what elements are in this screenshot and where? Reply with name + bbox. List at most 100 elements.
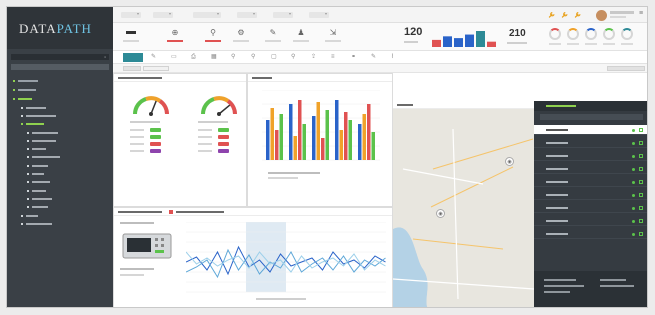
checkbox[interactable]: [639, 219, 643, 223]
avatar[interactable]: [596, 10, 607, 21]
person-icon: ♟: [297, 28, 305, 37]
edit-icon[interactable]: ✎: [371, 53, 376, 62]
highlight-region: [246, 222, 286, 292]
tree-item[interactable]: [27, 197, 52, 201]
pencil-icon[interactable]: ✎: [151, 53, 156, 62]
settings-icon[interactable]: [573, 11, 582, 19]
zoom-icon[interactable]: ⚲: [251, 53, 255, 62]
wrench-icon: ✎: [269, 28, 277, 37]
tree-item[interactable]: [27, 180, 50, 184]
tree-item[interactable]: [27, 189, 46, 193]
strip-item-alarms[interactable]: ▬: [119, 23, 143, 51]
checkbox[interactable]: [639, 141, 643, 145]
tree-item[interactable]: [13, 88, 36, 92]
device-info-value: [120, 274, 144, 276]
attach-icon[interactable]: ⌇: [391, 53, 394, 62]
bar-chart: [262, 90, 380, 161]
menu-user[interactable]: [273, 12, 293, 18]
link-icon[interactable]: ⚭: [351, 53, 356, 62]
checkbox[interactable]: [639, 167, 643, 171]
ring-gauge: [621, 28, 633, 40]
strip-item-5[interactable]: ♟: [289, 23, 313, 51]
new-button[interactable]: [123, 53, 143, 62]
bar: [316, 102, 320, 160]
tree-item[interactable]: [27, 172, 44, 176]
tree-item[interactable]: [21, 114, 56, 118]
checkbox[interactable]: [639, 193, 643, 197]
tree-item[interactable]: [27, 147, 46, 151]
map-canvas[interactable]: [393, 109, 534, 308]
x-axis-label: [256, 298, 306, 300]
menu-tools[interactable]: [237, 12, 257, 18]
menu-help[interactable]: [309, 12, 329, 18]
tree-item[interactable]: [27, 205, 48, 209]
asset-list-item[interactable]: [534, 177, 647, 187]
strip-item-3[interactable]: ⚙: [229, 23, 253, 51]
bar: [266, 120, 270, 160]
map-marker[interactable]: ◉: [436, 209, 445, 218]
asset-search-input[interactable]: [540, 114, 643, 120]
tools-icon[interactable]: [560, 11, 569, 19]
asset-list-panel: [534, 101, 647, 307]
tree-item[interactable]: [27, 155, 60, 159]
menu-file[interactable]: [121, 12, 141, 18]
asset-list-item[interactable]: [534, 190, 647, 200]
checkbox[interactable]: [639, 206, 643, 210]
strip-item-4[interactable]: ✎: [261, 23, 285, 51]
tree-item[interactable]: [27, 131, 58, 135]
checkbox[interactable]: [639, 128, 643, 132]
print-icon[interactable]: ⎙: [191, 53, 196, 62]
export-icon[interactable]: ⇪: [311, 53, 316, 62]
bar: [270, 108, 274, 160]
menu-icon[interactable]: ≡: [639, 10, 643, 17]
chart-caption: [268, 172, 320, 174]
strip-item-6[interactable]: ⇲: [319, 23, 347, 51]
wrench-icon[interactable]: [547, 11, 556, 19]
trash-icon[interactable]: ▭: [171, 53, 177, 62]
checkbox[interactable]: [639, 180, 643, 184]
checkbox[interactable]: [639, 232, 643, 236]
list-icon[interactable]: ≡: [331, 53, 335, 62]
asset-list-item[interactable]: [534, 229, 647, 239]
tab-dashboard[interactable]: [143, 66, 169, 71]
tree-item[interactable]: [21, 222, 52, 226]
ring-gauge: [567, 28, 579, 40]
tab-home[interactable]: [123, 66, 141, 71]
search-icon[interactable]: ⚲: [231, 53, 235, 62]
copy-icon[interactable]: ▢: [271, 53, 277, 62]
calendar-icon[interactable]: ▦: [211, 53, 217, 62]
status-badge: [218, 135, 229, 139]
menu-window[interactable]: [193, 12, 221, 18]
tree-item[interactable]: [27, 139, 56, 143]
strip-item-1[interactable]: ⊕: [163, 23, 187, 51]
asset-list-item[interactable]: [534, 216, 647, 226]
tree-item[interactable]: [21, 214, 38, 218]
menu-view[interactable]: [153, 12, 173, 18]
chart-subcaption: [268, 177, 298, 179]
tree-item[interactable]: [21, 106, 46, 110]
status-dot: [632, 168, 635, 171]
asset-filter-bar[interactable]: ×: [11, 54, 109, 60]
asset-list-item[interactable]: [534, 151, 647, 161]
pin-icon: ⚲: [210, 28, 216, 37]
filter-icon[interactable]: ⚲: [291, 53, 295, 62]
checkbox[interactable]: [639, 154, 643, 158]
tree-item[interactable]: [21, 122, 44, 126]
tab-options[interactable]: [607, 66, 645, 71]
tree-item[interactable]: [13, 79, 38, 83]
tree-item[interactable]: [13, 97, 32, 101]
asset-list-item[interactable]: [534, 138, 647, 148]
bar: [325, 110, 329, 160]
status-dot: [632, 220, 635, 223]
sidebar-search-input[interactable]: [11, 64, 109, 70]
asset-list-item[interactable]: [534, 203, 647, 213]
close-icon[interactable]: ×: [104, 54, 106, 60]
bar: [279, 114, 283, 160]
asset-list-item[interactable]: [534, 164, 647, 174]
asset-list-item[interactable]: [534, 125, 647, 135]
tree-item[interactable]: [27, 164, 48, 168]
strip-item-2[interactable]: ⚲: [201, 23, 225, 51]
map-panel[interactable]: ◉ ◉: [393, 101, 534, 308]
status-dot: [632, 233, 635, 236]
map-marker[interactable]: ◉: [505, 157, 514, 166]
